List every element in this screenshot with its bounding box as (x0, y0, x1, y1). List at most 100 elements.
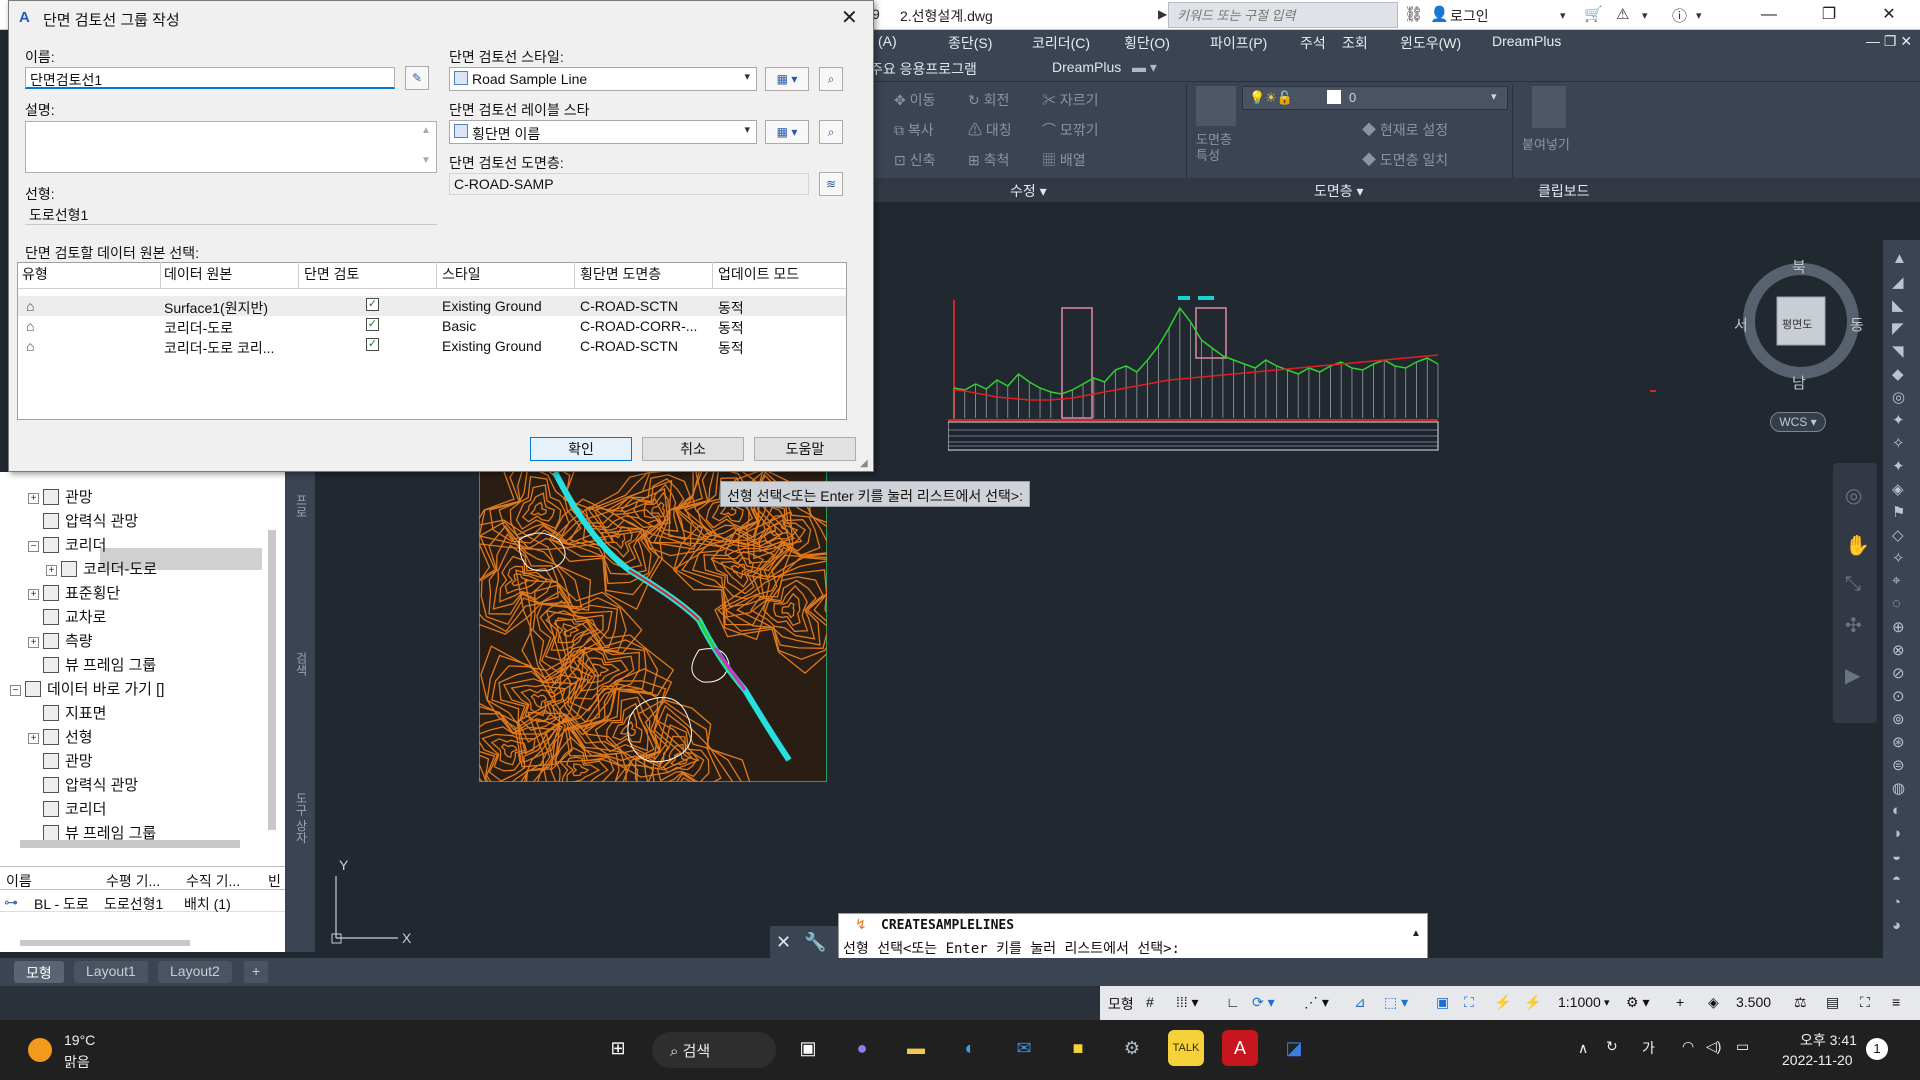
tab-toolbox[interactable]: 도구 상자 (293, 792, 310, 843)
label-style-preview-button[interactable]: ⌕ (819, 120, 843, 144)
civil-tool-icon[interactable]: ◐ (1892, 802, 1901, 819)
tree-item[interactable]: + 측량 (28, 630, 93, 651)
tree-scrollbar[interactable] (268, 530, 276, 830)
clean-screen-icon[interactable]: ⛶ (1860, 994, 1870, 1011)
tree-item[interactable]: − 데이터 바로 가기 [] (10, 678, 164, 699)
tree-item[interactable]: 관망 (28, 750, 93, 771)
layer-properties-button[interactable]: 도면층 특성 (1196, 132, 1236, 164)
tree-item[interactable]: 압력식 관망 (28, 510, 138, 531)
expand-toggle-icon[interactable]: + (28, 733, 39, 744)
zoom-icon[interactable]: ⤡ (1845, 573, 1861, 596)
mail-icon[interactable]: ✉ (1006, 1030, 1042, 1066)
civil-tool-icon[interactable]: ◕ (1892, 917, 1901, 934)
ok-button[interactable]: 확인 (530, 437, 632, 461)
layer-select-button[interactable]: ≋ (819, 172, 843, 196)
grid-row[interactable]: ⌂ 코리더-도로 Basic C-ROAD-CORR-... 동적 ✓ (18, 316, 846, 336)
civil-tool-icon[interactable]: ◇ (1892, 526, 1904, 544)
customize-menu-icon[interactable]: ≡ (1892, 994, 1900, 1010)
civil-tool-icon[interactable]: ✦ (1892, 411, 1905, 429)
civil-tool-icon[interactable]: ◥ (1892, 342, 1904, 360)
grid-icon[interactable]: # (1146, 994, 1154, 1010)
sample-checkbox[interactable]: ✓ (366, 298, 379, 311)
civil-tool-icon[interactable]: ◑ (1892, 825, 1901, 842)
transparency-icon[interactable]: ⛶ (1464, 994, 1474, 1011)
civil-tool-icon[interactable]: ⊕ (1892, 618, 1905, 636)
play-icon[interactable]: ▶ (1158, 7, 1167, 21)
tree-item[interactable]: 코리더 (28, 798, 106, 819)
layer-state-icon[interactable]: ◈ (1708, 994, 1719, 1011)
compass-east[interactable]: 동 (1850, 314, 1864, 335)
civil-tool-icon[interactable]: ◌ (1892, 595, 1901, 612)
trim-button[interactable]: ✂ 자르기 (1042, 90, 1099, 110)
chevron-down-icon[interactable]: ▾ (1696, 9, 1702, 29)
login-button[interactable]: 로그인 (1450, 6, 1489, 26)
civil-tool-icon[interactable]: ✦ (1892, 457, 1905, 475)
move-button[interactable]: ✥ 이동 (894, 90, 935, 110)
expand-toggle-icon[interactable]: + (28, 493, 39, 504)
column-header-section-layer[interactable]: 횡단면 도면층 (580, 264, 661, 284)
plus-icon[interactable]: + (1676, 994, 1684, 1010)
tree-item[interactable]: 교차로 (28, 606, 106, 627)
ortho-icon[interactable]: ∟ (1226, 994, 1240, 1010)
menu-item-annotate[interactable]: 주석 (1300, 33, 1326, 53)
menu-item-inquiry[interactable]: 조회 (1342, 33, 1368, 53)
tab-model[interactable]: 모형 (14, 961, 64, 983)
command-history-icon[interactable]: ▲ (1411, 928, 1421, 939)
menu-item-corridor[interactable]: 코리더(C) (1032, 33, 1090, 53)
tree-item[interactable]: 압력식 관망 (28, 774, 138, 795)
clock-date[interactable]: 2022-11-20 (1782, 1052, 1853, 1068)
fillet-button[interactable]: ⌒ 모깎기 (1042, 120, 1099, 140)
start-icon[interactable]: ⊞ (600, 1030, 636, 1066)
civil-tool-icon[interactable]: ◔ (1892, 894, 1901, 911)
civil-tool-icon[interactable]: ⊜ (1892, 756, 1905, 774)
chevron-down-icon[interactable]: ▾ (1642, 9, 1648, 29)
maximize-button[interactable]: ❐ (1806, 0, 1852, 30)
civil-tool-icon[interactable]: ⊘ (1892, 664, 1905, 682)
set-current-button[interactable]: ◆ 현재로 설정 (1362, 120, 1448, 140)
layer-properties-icon[interactable] (1196, 86, 1236, 126)
tree-item[interactable]: − 코리더 (28, 534, 106, 555)
polar-icon[interactable]: ⟳ ▾ (1252, 994, 1275, 1011)
civil-tool-icon[interactable]: ⊙ (1892, 687, 1905, 705)
column-header[interactable]: 수직 기... (186, 871, 240, 891)
civil-tool-icon[interactable]: ▲ (1892, 250, 1907, 267)
name-template-button[interactable]: ✎ (405, 66, 429, 90)
search-input[interactable] (1168, 2, 1398, 28)
sample-checkbox[interactable]: ✓ (366, 318, 379, 331)
paste-icon[interactable] (1532, 86, 1566, 128)
rotate-button[interactable]: ↻ 회전 (968, 90, 1009, 110)
compass-south[interactable]: 남 (1792, 372, 1806, 393)
remote-app-icon[interactable]: ◪ (1276, 1030, 1312, 1066)
expand-toggle-icon[interactable]: + (46, 565, 57, 576)
wifi-icon[interactable]: ◠ (1682, 1038, 1694, 1055)
steering-wheel-icon[interactable]: ◎ (1845, 483, 1862, 508)
civil-tool-icon[interactable]: ✧ (1892, 549, 1905, 567)
civil-tool-icon[interactable]: ⚑ (1892, 503, 1905, 521)
ime-indicator[interactable]: 가 (1642, 1038, 1655, 1058)
viewcube-face[interactable]: 평면도 (1782, 316, 1812, 332)
tab-layout1[interactable]: Layout1 (74, 961, 148, 983)
expand-toggle-icon[interactable]: − (10, 685, 21, 696)
tree-item[interactable]: + 코리더-도로 (46, 558, 157, 579)
tree-item[interactable]: + 선형 (28, 726, 93, 747)
annotation-scale-icon[interactable]: ⚡ (1524, 994, 1541, 1011)
autocad-icon[interactable]: A (1222, 1030, 1258, 1066)
wrench-icon[interactable]: 🔧 (804, 932, 826, 952)
civil-tool-icon[interactable]: ◍ (1892, 779, 1905, 797)
pan-icon[interactable]: ✋ (1845, 533, 1870, 558)
panel-title-clipboard[interactable]: 클립보드 (1538, 181, 1590, 201)
grid-row[interactable]: ⌂ Surface1(원지반) Existing Ground C-ROAD-SCTN… (18, 296, 846, 316)
label-style-combo[interactable]: 횡단면 이름 ▾ (449, 120, 757, 144)
kakaotalk-icon[interactable]: TALK (1168, 1030, 1204, 1066)
mirror-button[interactable]: ⚠ 대칭 (968, 120, 1012, 140)
weather-temp[interactable]: 19°C (64, 1032, 95, 1048)
contour-plan-view[interactable] (479, 470, 827, 782)
civil-tool-icon[interactable]: ◣ (1892, 296, 1904, 314)
teams-chat-icon[interactable]: ● (844, 1030, 880, 1066)
dialog-close-button[interactable]: ✕ (841, 5, 858, 30)
civil-tool-icon[interactable]: ⌖ (1892, 572, 1900, 589)
style-combo[interactable]: Road Sample Line ▾ (449, 67, 757, 91)
help-button[interactable]: 도움말 (754, 437, 856, 461)
style-preview-button[interactable]: ⌕ (819, 67, 843, 91)
menu-item-profile[interactable]: 종단(S) (948, 33, 992, 53)
